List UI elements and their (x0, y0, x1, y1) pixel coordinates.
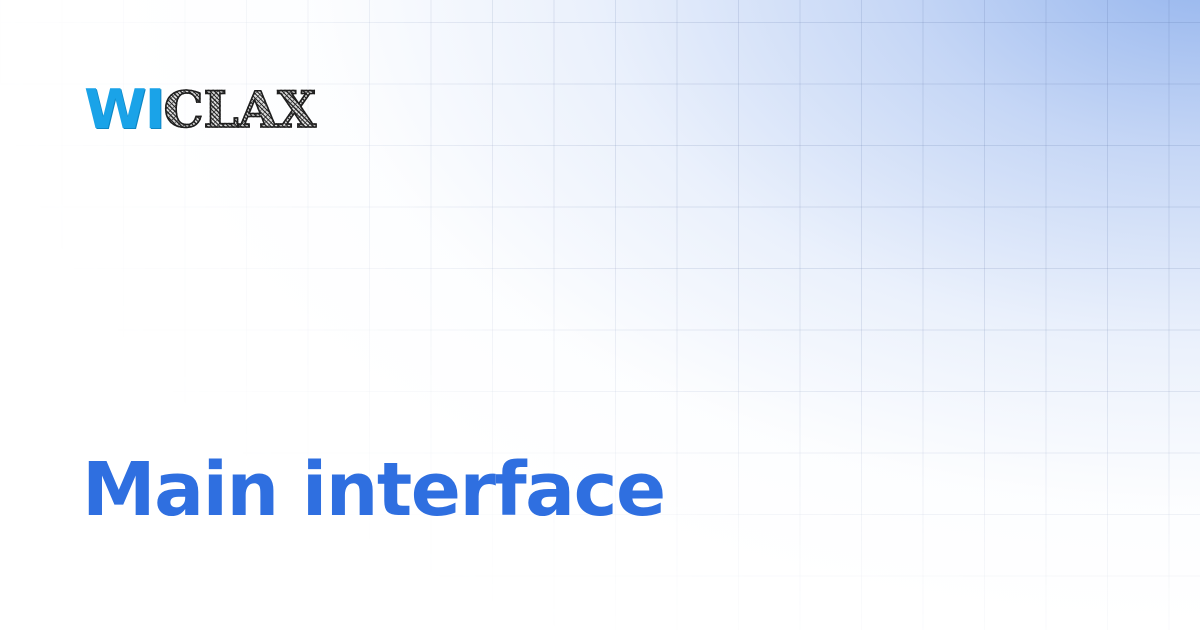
logo-wi-text: WI (84, 78, 166, 141)
page-title: Main interface (82, 447, 666, 533)
social-card: WI CLAX Main interface (0, 0, 1200, 630)
wiclax-logo: WI CLAX (84, 78, 317, 141)
logo-clax-text: CLAX (163, 80, 317, 139)
